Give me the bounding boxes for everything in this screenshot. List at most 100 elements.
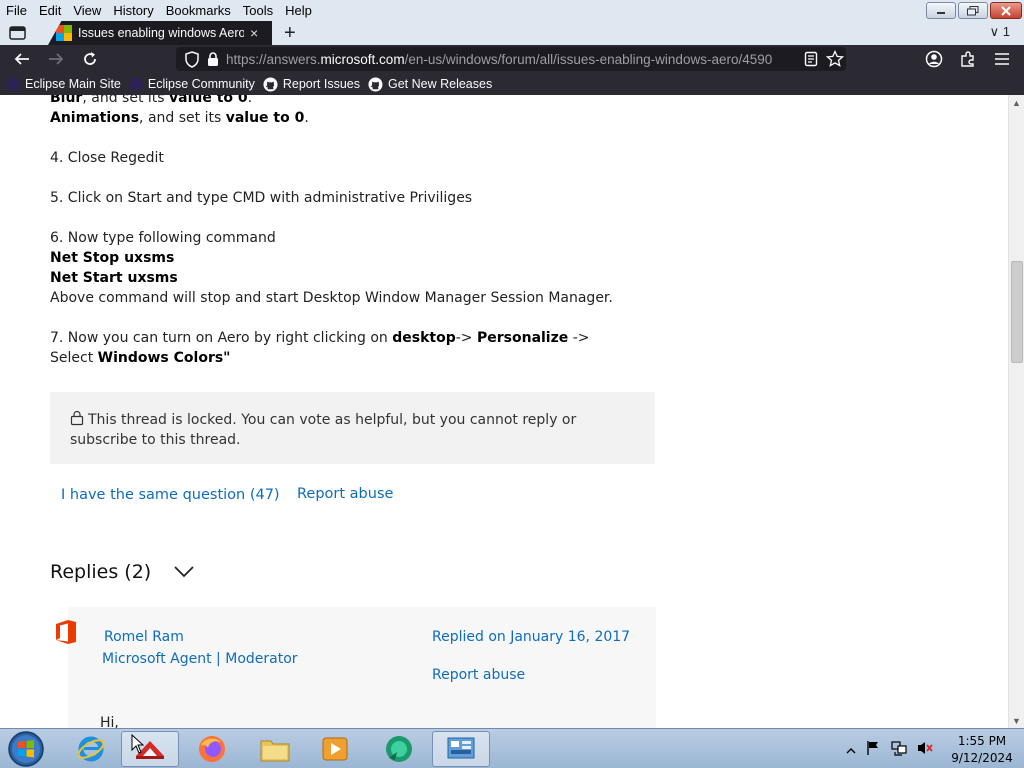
control-panel-icon	[447, 737, 475, 759]
scroll-up-arrow[interactable]: ▲	[1012, 98, 1021, 108]
bookmark-label: Get New Releases	[387, 77, 493, 91]
minimize-button[interactable]	[926, 2, 956, 19]
office-logo-icon	[54, 619, 78, 650]
menu-bar: File Edit View History Bookmarks Tools H…	[0, 0, 1024, 21]
start-button[interactable]	[6, 730, 46, 768]
menu-help[interactable]: Help	[279, 3, 318, 18]
reply-author-role: Microsoft Agent | Moderator	[102, 651, 298, 667]
github-icon	[263, 76, 278, 92]
scroll-thumb[interactable]	[1011, 261, 1023, 363]
reply-report-abuse-link[interactable]: Report abuse	[432, 667, 525, 683]
microsoft-logo-icon	[56, 25, 72, 41]
forward-button[interactable]	[45, 49, 67, 69]
step-5: 5. Click on Start and type CMD with admi…	[50, 190, 473, 206]
forward-arrow-icon	[49, 53, 64, 65]
window-controls	[926, 2, 1022, 19]
bookmark-report-issues[interactable]: Report Issues	[263, 76, 360, 92]
taskbar-control-panel[interactable]	[432, 731, 490, 767]
chevron-up-icon	[846, 748, 856, 754]
bookmark-get-new-releases[interactable]: Get New Releases	[368, 76, 493, 92]
reply-greeting: Hi,	[100, 715, 119, 728]
folder-icon	[260, 740, 290, 762]
url-bar[interactable]: https://answers.microsoft.com/en-us/wind…	[176, 47, 846, 71]
replies-heading: Replies (2)	[50, 561, 152, 583]
reply-card	[68, 607, 656, 728]
reply-author-link[interactable]: Romel Ram	[104, 629, 184, 645]
bookmark-label: Eclipse Main Site	[25, 77, 121, 91]
network-icon[interactable]	[890, 739, 908, 762]
navigation-bar: https://answers.microsoft.com/en-us/wind…	[0, 45, 1024, 73]
tab-close-button[interactable]: ×	[250, 25, 258, 41]
role-moderator[interactable]: Moderator	[225, 651, 297, 667]
restore-icon	[967, 5, 979, 15]
tab-list-button[interactable]	[8, 25, 28, 41]
new-tab-button[interactable]: +	[284, 22, 296, 45]
reload-button[interactable]	[79, 49, 101, 69]
step-7: 7. Now you can turn on Aero by right cli…	[50, 330, 590, 346]
bookmark-label: Report Issues	[282, 77, 360, 91]
hamburger-menu-icon	[995, 53, 1009, 65]
command-start: Net Start uxsms	[50, 270, 178, 286]
step-6: 6. Now type following command	[50, 230, 276, 246]
bookmark-eclipse-community[interactable]: Eclipse Community	[129, 77, 255, 91]
system-tray: 1:55 PM 9/12/2024	[840, 729, 1024, 768]
back-button[interactable]	[11, 49, 33, 69]
menu-view[interactable]: View	[67, 3, 107, 18]
taskbar-internet-explorer[interactable]	[62, 731, 120, 767]
instruction-line-animations: Animations, and set its value to 0.	[50, 110, 309, 126]
chevron-down-icon[interactable]	[174, 565, 194, 584]
thread-locked-notice: This thread is locked. You can vote as h…	[50, 392, 655, 464]
eclipse-icon	[6, 77, 20, 91]
firefox-icon	[199, 736, 225, 762]
command-description: Above command will stop and start Deskto…	[50, 290, 613, 306]
clock-date[interactable]: 9/12/2024	[944, 751, 1020, 765]
windows-start-icon	[8, 731, 44, 767]
eclipse-icon	[129, 77, 143, 91]
tab-title: Issues enabling windows Aero -	[78, 26, 244, 40]
taskbar-app-active[interactable]	[121, 731, 179, 767]
bookmark-star-icon[interactable]	[825, 49, 845, 71]
url-text[interactable]: https://answers.microsoft.com/en-us/wind…	[226, 52, 798, 67]
shield-icon[interactable]	[184, 51, 200, 71]
action-center-flag-icon[interactable]	[866, 740, 880, 761]
menu-history[interactable]: History	[107, 3, 159, 18]
active-tab[interactable]: Issues enabling windows Aero - ×	[48, 21, 272, 45]
menu-tools[interactable]: Tools	[237, 3, 279, 18]
step-7-continued: Select Windows Colors"	[50, 350, 231, 366]
extensions-icon	[961, 51, 974, 67]
close-window-button[interactable]	[990, 2, 1022, 19]
taskbar-media-player[interactable]	[306, 731, 364, 767]
account-button[interactable]	[923, 49, 945, 69]
reader-view-icon[interactable]	[804, 51, 818, 70]
clock-time[interactable]: 1:55 PM	[952, 734, 1012, 748]
app-menu-button[interactable]	[991, 49, 1013, 69]
menu-edit[interactable]: Edit	[33, 3, 67, 18]
restore-button[interactable]	[958, 2, 988, 19]
same-question-button[interactable]: I have the same question (47)	[61, 487, 280, 503]
bookmark-label: Eclipse Community	[147, 77, 255, 91]
github-icon	[368, 76, 383, 92]
menu-bookmarks[interactable]: Bookmarks	[160, 3, 237, 18]
show-hidden-icons-button[interactable]	[846, 742, 856, 760]
taskbar-green-app[interactable]	[370, 731, 428, 767]
volume-muted-icon[interactable]	[916, 740, 934, 761]
bookmark-eclipse-main-site[interactable]: Eclipse Main Site	[6, 77, 121, 91]
taskbar-firefox[interactable]	[183, 731, 241, 767]
account-icon	[925, 50, 943, 68]
lock-icon[interactable]	[206, 51, 220, 70]
vertical-scrollbar[interactable]: ▲ ▼	[1008, 95, 1024, 728]
windows-taskbar: 1:55 PM 9/12/2024	[0, 728, 1024, 768]
report-abuse-link[interactable]: Report abuse	[297, 486, 393, 502]
bookmarks-toolbar: Eclipse Main Site Eclipse Community Repo…	[0, 73, 1024, 95]
menu-file[interactable]: File	[0, 3, 33, 18]
scroll-down-arrow[interactable]: ▼	[1012, 716, 1021, 726]
tab-overflow-button[interactable]: ∨ 1	[990, 24, 1010, 40]
role-microsoft-agent[interactable]: Microsoft Agent	[102, 651, 212, 667]
extensions-button[interactable]	[957, 49, 979, 69]
taskbar-file-explorer[interactable]	[246, 731, 304, 767]
reload-icon	[84, 52, 96, 65]
minimize-icon	[937, 11, 945, 14]
tab-list-icon	[9, 26, 26, 40]
tab-strip: Issues enabling windows Aero - × + ∨ 1	[0, 21, 1024, 45]
close-icon	[1001, 5, 1011, 16]
